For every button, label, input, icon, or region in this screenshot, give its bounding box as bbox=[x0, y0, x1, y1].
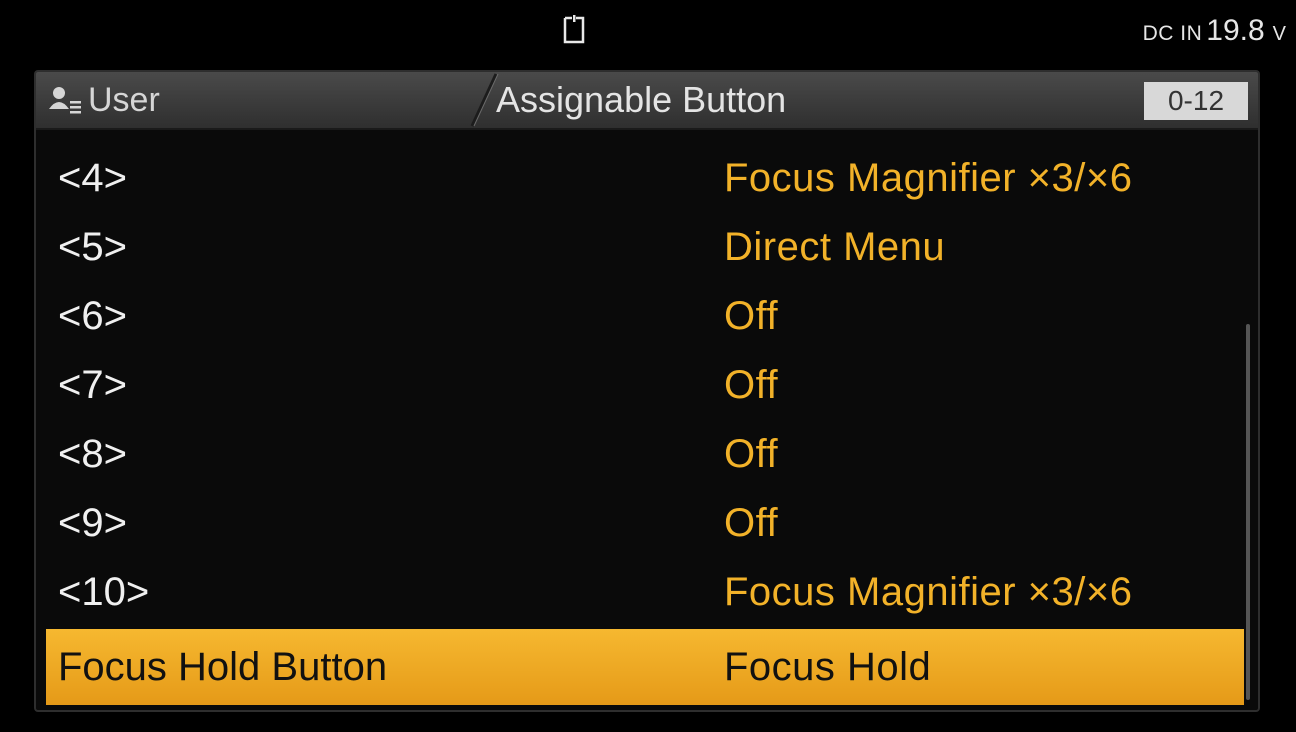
power-indicator: DC IN 19.8 V bbox=[1143, 14, 1286, 48]
menu-item-value: Off bbox=[724, 432, 779, 476]
menu-item-label: <4> bbox=[58, 156, 127, 200]
menu-item-value: Focus Magnifier ×3/×6 bbox=[724, 156, 1133, 200]
menu-item-value: Focus Hold bbox=[724, 644, 932, 689]
power-value: 19.8 bbox=[1206, 14, 1265, 47]
menu-item-value: Focus Magnifier ×3/×6 bbox=[724, 570, 1133, 614]
menu-item-10[interactable]: <10> Focus Magnifier ×3/×6 bbox=[46, 558, 1244, 627]
menu-item-value: Off bbox=[724, 501, 779, 545]
menu-item-label: <7> bbox=[58, 363, 127, 407]
menu-panel: User Assignable Button 0-12 <4> Focus Ma… bbox=[34, 70, 1260, 712]
menu-item-label: <6> bbox=[58, 294, 127, 338]
menu-item-4[interactable]: <4> Focus Magnifier ×3/×6 bbox=[46, 144, 1244, 213]
menu-item-value: Direct Menu bbox=[724, 225, 946, 269]
menu-page-code: 0-12 bbox=[1144, 82, 1248, 120]
header-divider bbox=[470, 73, 499, 127]
menu-title: Assignable Button bbox=[496, 79, 787, 120]
menu-item-7[interactable]: <7> Off bbox=[46, 351, 1244, 420]
category-tab-user[interactable]: User bbox=[48, 72, 160, 128]
media-card-icon bbox=[563, 15, 585, 44]
menu-item-5[interactable]: <5> Direct Menu bbox=[46, 213, 1244, 282]
menu-item-value: Off bbox=[724, 363, 779, 407]
power-unit: V bbox=[1272, 23, 1286, 45]
menu-item-8[interactable]: <8> Off bbox=[46, 420, 1244, 489]
menu-item-9[interactable]: <9> Off bbox=[46, 489, 1244, 558]
menu-item-value: Off bbox=[724, 294, 779, 338]
menu-scrollbar[interactable] bbox=[1246, 324, 1250, 700]
menu-item-label: <9> bbox=[58, 501, 127, 545]
menu-item-label: <5> bbox=[58, 225, 127, 269]
menu-item-label: <8> bbox=[58, 432, 127, 476]
menu-list: <4> Focus Magnifier ×3/×6 <5> Direct Men… bbox=[46, 144, 1244, 705]
menu-item-label: <10> bbox=[58, 570, 150, 614]
menu-item-focus-hold-button[interactable]: Focus Hold Button Focus Hold bbox=[46, 629, 1244, 705]
power-label: DC IN bbox=[1142, 22, 1203, 45]
menu-item-6[interactable]: <6> Off bbox=[46, 282, 1244, 351]
menu-item-label: Focus Hold Button bbox=[58, 644, 388, 689]
menu-header: User Assignable Button 0-12 bbox=[36, 72, 1258, 130]
status-bar: DC IN 19.8 V bbox=[0, 0, 1296, 66]
user-icon bbox=[49, 87, 81, 114]
category-label: User bbox=[88, 80, 160, 119]
